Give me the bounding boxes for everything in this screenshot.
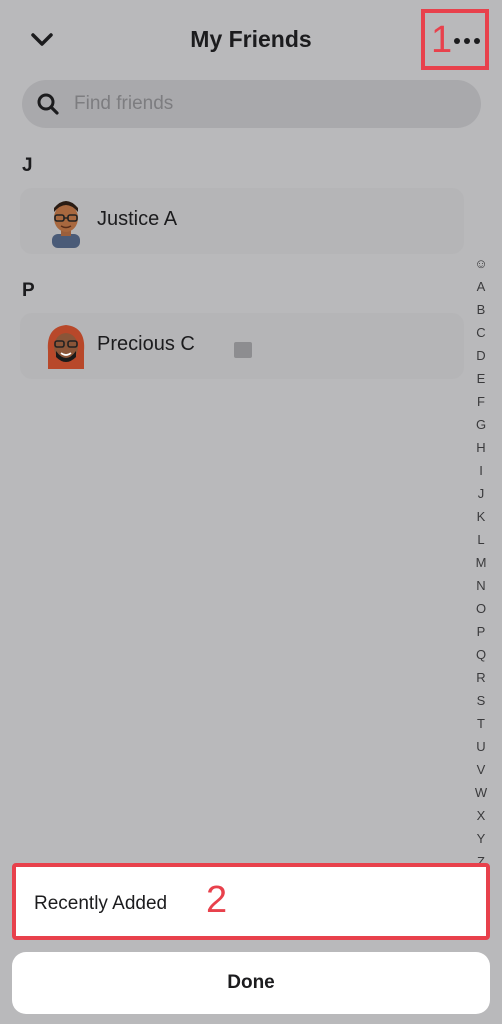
index-letter[interactable]: R <box>470 666 492 689</box>
index-letter[interactable]: A <box>470 275 492 298</box>
index-letter[interactable]: C <box>470 321 492 344</box>
index-letter[interactable]: J <box>470 482 492 505</box>
search-input[interactable] <box>72 92 436 116</box>
index-letter[interactable]: ☺ <box>470 252 492 275</box>
friend-row[interactable]: Precious C <box>20 313 464 379</box>
index-letter[interactable]: E <box>470 367 492 390</box>
index-letter[interactable]: V <box>470 758 492 781</box>
status-icon <box>234 342 252 358</box>
annotation-number-2: 2 <box>206 879 228 921</box>
index-letter[interactable]: T <box>470 712 492 735</box>
recently-added-label: Recently Added <box>34 893 168 914</box>
index-letter[interactable]: K <box>470 505 492 528</box>
index-letter[interactable]: H <box>470 436 492 459</box>
bitmoji-avatar-icon <box>52 201 80 248</box>
index-letter[interactable]: W <box>470 781 492 804</box>
bitmoji-avatar-icon <box>47 325 85 369</box>
search-icon <box>37 93 59 115</box>
done-button[interactable]: Done <box>12 952 490 1014</box>
index-letter[interactable]: U <box>470 735 492 758</box>
index-letter[interactable]: L <box>470 528 492 551</box>
friend-row[interactable]: Justice A <box>20 188 464 254</box>
index-letter[interactable]: X <box>470 804 492 827</box>
index-letter[interactable]: B <box>470 298 492 321</box>
header: My Friends 1 <box>0 0 502 82</box>
section-header-j: J <box>22 155 33 176</box>
index-letter[interactable]: D <box>470 344 492 367</box>
search-bar[interactable] <box>22 80 481 128</box>
index-letter[interactable]: S <box>470 689 492 712</box>
index-letter[interactable]: O <box>470 597 492 620</box>
index-letter[interactable]: N <box>470 574 492 597</box>
annotation-box-1: 1 <box>421 9 489 70</box>
more-options-button[interactable] <box>449 27 485 55</box>
friend-name: Justice A <box>97 208 178 230</box>
index-letter[interactable]: F <box>470 390 492 413</box>
index-letter[interactable]: G <box>470 413 492 436</box>
more-dots-icon <box>454 38 480 44</box>
index-letter[interactable]: M <box>470 551 492 574</box>
section-header-p: P <box>22 280 35 301</box>
index-letter[interactable]: I <box>470 459 492 482</box>
recently-added-option[interactable]: Recently Added 2 <box>12 863 490 940</box>
index-letter[interactable]: Q <box>470 643 492 666</box>
index-letter[interactable]: Y <box>470 827 492 850</box>
index-letter[interactable]: P <box>470 620 492 643</box>
alphabet-index[interactable]: ☺ A B C D E F G H I J K L M N O P Q R S … <box>470 252 492 873</box>
friend-name: Precious C <box>97 333 195 355</box>
